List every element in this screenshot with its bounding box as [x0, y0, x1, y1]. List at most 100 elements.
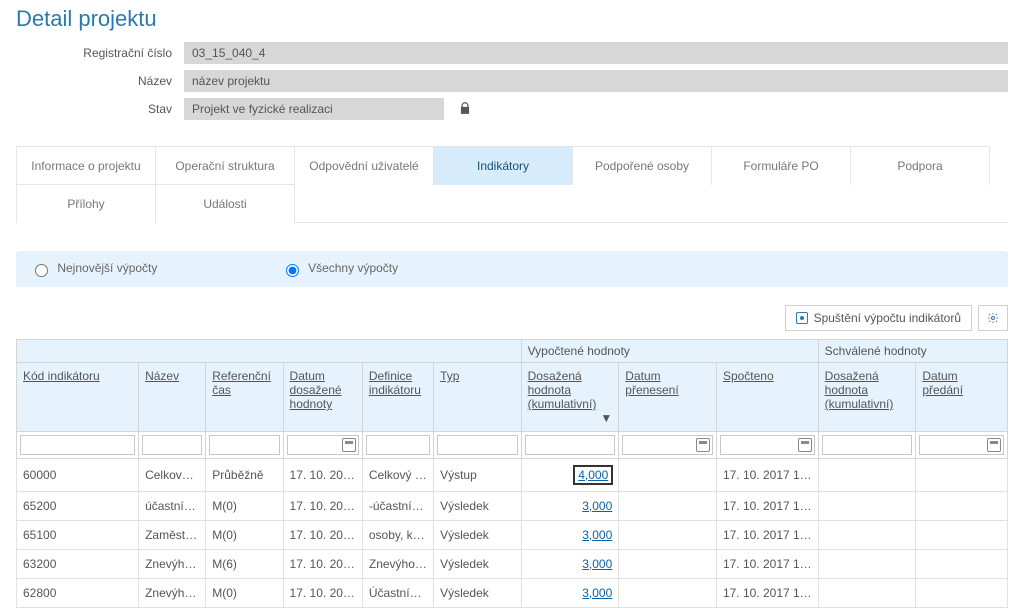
- cell-dhk[interactable]: 4,000: [521, 459, 619, 492]
- col-dhk2[interactable]: Dosažená hodnota (kumulativní): [818, 363, 916, 432]
- col-def[interactable]: Definice indikátoru: [362, 363, 433, 432]
- cell-dhk[interactable]: 3,000: [521, 579, 619, 608]
- filter-nazev[interactable]: [142, 435, 202, 455]
- col-dpr[interactable]: Datum přenesení: [619, 363, 717, 432]
- filter-spo[interactable]: [720, 435, 815, 455]
- cell-ref: Průběžně: [206, 459, 283, 492]
- cell-nazev: Znevýhodnění úča…: [139, 550, 206, 579]
- cell-nazev: Celkový počet úča…: [139, 459, 206, 492]
- cell-dhk[interactable]: 3,000: [521, 492, 619, 521]
- radio-all-input[interactable]: [286, 264, 299, 277]
- tab-p-lohy[interactable]: Přílohy: [16, 184, 156, 223]
- cell-spo: 17. 10. 2017 10:31: [716, 550, 818, 579]
- cell-ref: M(0): [206, 579, 283, 608]
- filter-radio-bar: Nejnovější výpočty Všechny výpočty: [16, 251, 1008, 287]
- filter-dhk2[interactable]: [822, 435, 913, 455]
- tab-informace-o-projektu[interactable]: Informace o projektu: [16, 146, 156, 185]
- table-row[interactable]: 60000Celkový počet úča…Průběžně17. 10. 2…: [17, 459, 1008, 492]
- radio-all[interactable]: Všechny výpočty: [281, 261, 398, 275]
- col-spo[interactable]: Spočteno: [716, 363, 818, 432]
- tab-formul-e-po[interactable]: Formuláře PO: [711, 146, 851, 185]
- cell-dhk2: [818, 492, 916, 521]
- radio-latest-input[interactable]: [35, 264, 48, 277]
- filter-dpre[interactable]: [919, 435, 1004, 455]
- filter-ref[interactable]: [209, 435, 279, 455]
- tabs: Informace o projektuOperační strukturaOd…: [16, 146, 1008, 223]
- field-name: název projektu: [184, 70, 1008, 92]
- cell-kod: 63200: [17, 550, 139, 579]
- settings-button[interactable]: [978, 305, 1008, 331]
- value-link[interactable]: 3,000: [582, 557, 612, 571]
- cell-dpr: [619, 492, 717, 521]
- field-reg: 03_15_040_4: [184, 42, 1008, 64]
- cell-dpr: [619, 459, 717, 492]
- table-row[interactable]: 65100Zaměstnaní účast…M(0)17. 10. 2017os…: [17, 521, 1008, 550]
- cell-ddh: 17. 10. 2017: [283, 550, 362, 579]
- col-ddh[interactable]: Datum dosažené hodnoty: [283, 363, 362, 432]
- radio-all-label: Všechny výpočty: [308, 261, 398, 275]
- cell-ddh: 17. 10. 2017: [283, 492, 362, 521]
- page-title: Detail projektu: [16, 6, 1008, 32]
- cell-typ: Výsledek: [434, 550, 522, 579]
- cell-ref: M(0): [206, 492, 283, 521]
- cell-spo: 17. 10. 2017 10:31: [716, 492, 818, 521]
- tab-odpov-dn-u-ivatel-[interactable]: Odpovědní uživatelé: [294, 146, 434, 185]
- run-calc-label: Spuštění výpočtu indikátorů: [814, 311, 961, 325]
- cell-dhk2: [818, 459, 916, 492]
- radio-latest-label: Nejnovější výpočty: [57, 261, 157, 275]
- radio-latest[interactable]: Nejnovější výpočty: [30, 261, 161, 275]
- cell-typ: Výsledek: [434, 579, 522, 608]
- run-calc-button[interactable]: Spuštění výpočtu indikátorů: [785, 305, 972, 331]
- table-row[interactable]: 62800Znevýhodnění úča…M(0)17. 10. 2017Úč…: [17, 579, 1008, 608]
- cell-ref: M(0): [206, 521, 283, 550]
- tab-ud-losti[interactable]: Události: [155, 184, 295, 223]
- cell-kod: 65200: [17, 492, 139, 521]
- value-link[interactable]: 4,000: [574, 466, 612, 484]
- filter-dhk[interactable]: [525, 435, 616, 455]
- filter-kod[interactable]: [20, 435, 135, 455]
- cell-kod: 60000: [17, 459, 139, 492]
- form-row-state: Stav Projekt ve fyzické realizaci: [16, 98, 1008, 120]
- cell-dhk[interactable]: 3,000: [521, 550, 619, 579]
- filter-ddh[interactable]: [287, 435, 359, 455]
- col-kod[interactable]: Kód indikátoru: [17, 363, 139, 432]
- tab-opera-n-struktura[interactable]: Operační struktura: [155, 146, 295, 185]
- value-link[interactable]: 3,000: [582, 528, 612, 542]
- value-link[interactable]: 3,000: [582, 499, 612, 513]
- filter-dpr[interactable]: [622, 435, 713, 455]
- tab-indik-tory[interactable]: Indikátory: [433, 146, 573, 185]
- col-typ[interactable]: Typ: [434, 363, 522, 432]
- cell-dpr: [619, 579, 717, 608]
- cell-dhk[interactable]: 3,000: [521, 521, 619, 550]
- cell-dpre: [916, 492, 1008, 521]
- cell-ddh: 17. 10. 2017: [283, 459, 362, 492]
- tab-podpo-en-osoby[interactable]: Podpořené osoby: [572, 146, 712, 185]
- col-nazev[interactable]: Název: [139, 363, 206, 432]
- cell-spo: 17. 10. 2017 10:31: [716, 521, 818, 550]
- cell-def: -účastníci OSVČ 6 …: [362, 492, 433, 521]
- sort-desc-icon: ▼: [600, 411, 612, 425]
- col-ref[interactable]: Referenční čas: [206, 363, 283, 432]
- indicators-table: Vypočtené hodnoty Schválené hodnoty Kód …: [16, 339, 1008, 608]
- cell-spo: 17. 10. 2017 10:31: [716, 579, 818, 608]
- actions-bar: Spuštění výpočtu indikátorů: [16, 305, 1008, 331]
- filter-def[interactable]: [366, 435, 430, 455]
- cell-kod: 62800: [17, 579, 139, 608]
- filter-typ[interactable]: [437, 435, 518, 455]
- cell-ref: M(6): [206, 550, 283, 579]
- col-dhk[interactable]: Dosažená hodnota (kumulativní)▼: [521, 363, 619, 432]
- label-state: Stav: [16, 102, 184, 116]
- gear-icon: [987, 312, 999, 324]
- table-row[interactable]: 65200účastníci OSVČ 6 …M(0)17. 10. 2017-…: [17, 492, 1008, 521]
- tab-podpora[interactable]: Podpora: [850, 146, 990, 185]
- value-link[interactable]: 3,000: [582, 586, 612, 600]
- col-dpre[interactable]: Datum předání: [916, 363, 1008, 432]
- run-icon: [796, 312, 808, 324]
- cell-dpre: [916, 459, 1008, 492]
- cell-dhk2: [818, 550, 916, 579]
- cell-dpr: [619, 521, 717, 550]
- cell-def: Znevýhodnění úča…: [362, 550, 433, 579]
- cell-kod: 65100: [17, 521, 139, 550]
- group-header-calc: Vypočtené hodnoty: [521, 340, 818, 363]
- table-row[interactable]: 63200Znevýhodnění úča…M(6)17. 10. 2017Zn…: [17, 550, 1008, 579]
